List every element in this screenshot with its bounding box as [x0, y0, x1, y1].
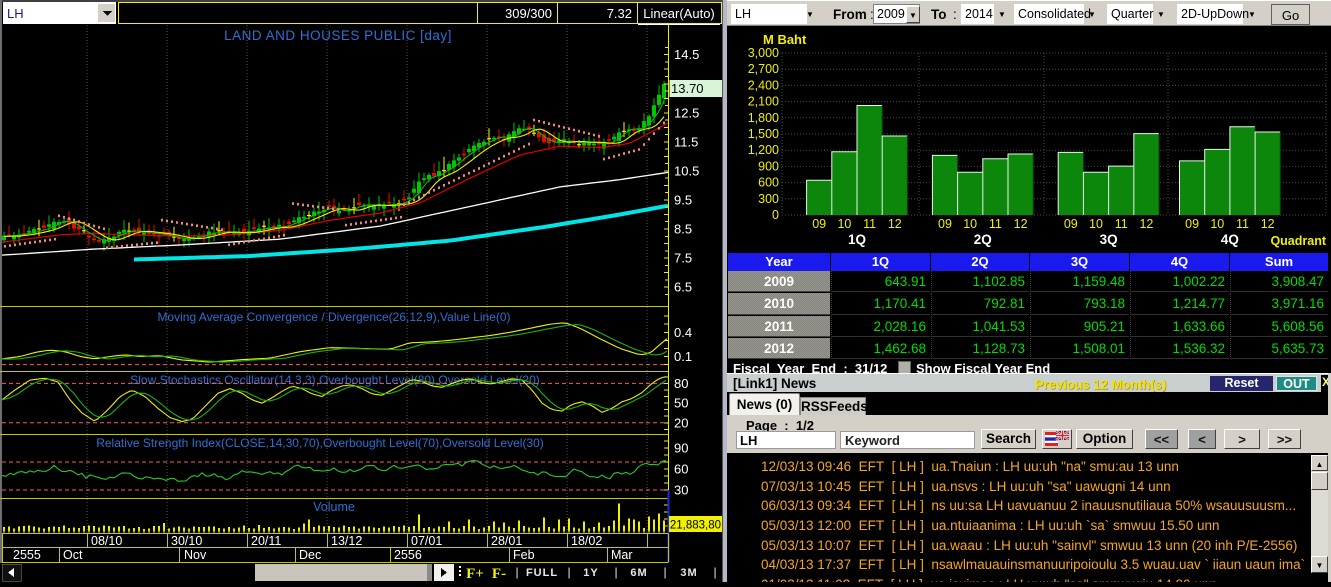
- svg-text:10: 10: [837, 217, 851, 231]
- svg-text:2,400: 2,400: [748, 78, 779, 92]
- svg-text:|: |: [515, 565, 518, 579]
- svg-text:Nov: Nov: [184, 548, 207, 562]
- svg-text:Oct: Oct: [63, 548, 83, 562]
- svg-text:12: 12: [1139, 217, 1153, 231]
- svg-text:LAND AND HOUSES PUBLIC [day]: LAND AND HOUSES PUBLIC [day]: [224, 28, 452, 43]
- svg-text:07/01: 07/01: [411, 534, 442, 548]
- svg-text:1,500: 1,500: [748, 127, 779, 141]
- svg-text:1,800: 1,800: [748, 111, 779, 125]
- svg-text:600: 600: [758, 176, 779, 190]
- svg-text:M Baht: M Baht: [763, 32, 807, 47]
- svg-text:6M: 6M: [630, 567, 647, 579]
- svg-text:Moving Average Convergence / D: Moving Average Convergence / Divergence(…: [157, 310, 510, 324]
- svg-text:09: 09: [938, 217, 952, 231]
- svg-text:2555: 2555: [13, 548, 41, 562]
- svg-text:30: 30: [674, 483, 688, 498]
- svg-text:10: 10: [1089, 217, 1103, 231]
- svg-text:13.70: 13.70: [671, 81, 704, 96]
- svg-text:0.1: 0.1: [674, 349, 692, 364]
- svg-text:3Q: 3Q: [1100, 232, 1118, 247]
- svg-text:20: 20: [674, 415, 688, 430]
- svg-text:11: 11: [989, 217, 1002, 231]
- svg-text:|: |: [713, 565, 716, 579]
- svg-text:11: 11: [1115, 217, 1128, 231]
- svg-text:09: 09: [1185, 217, 1199, 231]
- svg-text:309/300: 309/300: [505, 6, 552, 21]
- svg-text:300: 300: [758, 192, 779, 206]
- svg-text:FULL: FULL: [526, 567, 558, 579]
- svg-text:9.5: 9.5: [674, 192, 692, 207]
- svg-text:3,000: 3,000: [748, 46, 779, 60]
- svg-text:F-: F-: [492, 566, 506, 582]
- svg-text:10: 10: [1210, 217, 1224, 231]
- svg-text:60: 60: [674, 462, 688, 477]
- svg-text:Feb: Feb: [513, 548, 535, 562]
- svg-text:20/11: 20/11: [251, 534, 281, 548]
- svg-text:F+: F+: [466, 566, 484, 582]
- svg-text:09: 09: [812, 217, 826, 231]
- svg-text:0.4: 0.4: [674, 325, 692, 340]
- svg-text:11: 11: [1236, 217, 1249, 231]
- svg-text:Volume: Volume: [313, 500, 355, 514]
- svg-text:09: 09: [1064, 217, 1078, 231]
- svg-text:11.5: 11.5: [674, 134, 698, 149]
- svg-text:21,883,80: 21,883,80: [670, 520, 721, 532]
- svg-text:|: |: [663, 565, 666, 579]
- svg-text:8.5: 8.5: [674, 222, 692, 237]
- svg-text:80: 80: [674, 376, 688, 391]
- svg-text:2,700: 2,700: [748, 62, 779, 76]
- svg-text:90: 90: [674, 441, 688, 456]
- svg-text:Relative Strength Index(CLOSE,: Relative Strength Index(CLOSE,14,30,70),…: [96, 436, 544, 450]
- svg-text:Linear(Auto): Linear(Auto): [643, 6, 715, 21]
- svg-text:Dec: Dec: [299, 548, 321, 562]
- svg-text:12.5: 12.5: [674, 105, 699, 120]
- svg-text:900: 900: [758, 159, 779, 173]
- svg-text:|: |: [614, 565, 617, 579]
- svg-text:13/12: 13/12: [331, 534, 362, 548]
- svg-text:10: 10: [963, 217, 977, 231]
- svg-text:3M: 3M: [680, 567, 697, 579]
- svg-text:6.5: 6.5: [674, 280, 692, 295]
- svg-text:12: 12: [888, 217, 902, 231]
- svg-text:Quadrant: Quadrant: [1270, 234, 1326, 248]
- svg-text:1Q: 1Q: [848, 232, 866, 247]
- svg-text:4Q: 4Q: [1221, 232, 1239, 247]
- svg-text:2Q: 2Q: [974, 232, 992, 247]
- svg-text:28/01: 28/01: [491, 534, 522, 548]
- svg-text:2556: 2556: [394, 548, 422, 562]
- svg-text:2,100: 2,100: [748, 95, 779, 109]
- svg-text:30/10: 30/10: [171, 534, 202, 548]
- svg-text:1,200: 1,200: [748, 143, 779, 157]
- svg-text:Mar: Mar: [611, 548, 633, 562]
- svg-text:50: 50: [674, 396, 688, 411]
- svg-text:08/10: 08/10: [91, 534, 122, 548]
- svg-text:7.32: 7.32: [607, 6, 632, 21]
- svg-text:12: 12: [1014, 217, 1028, 231]
- svg-text:0: 0: [772, 208, 779, 222]
- svg-text:12: 12: [1261, 217, 1275, 231]
- svg-text:14.5: 14.5: [674, 47, 699, 62]
- svg-text:LH: LH: [7, 6, 24, 21]
- svg-text:|: |: [567, 565, 570, 579]
- svg-text:11: 11: [863, 217, 876, 231]
- svg-text:1Y: 1Y: [583, 567, 598, 579]
- svg-text:7.5: 7.5: [674, 251, 692, 266]
- svg-text:10.5: 10.5: [674, 163, 699, 178]
- svg-text:18/02: 18/02: [571, 534, 602, 548]
